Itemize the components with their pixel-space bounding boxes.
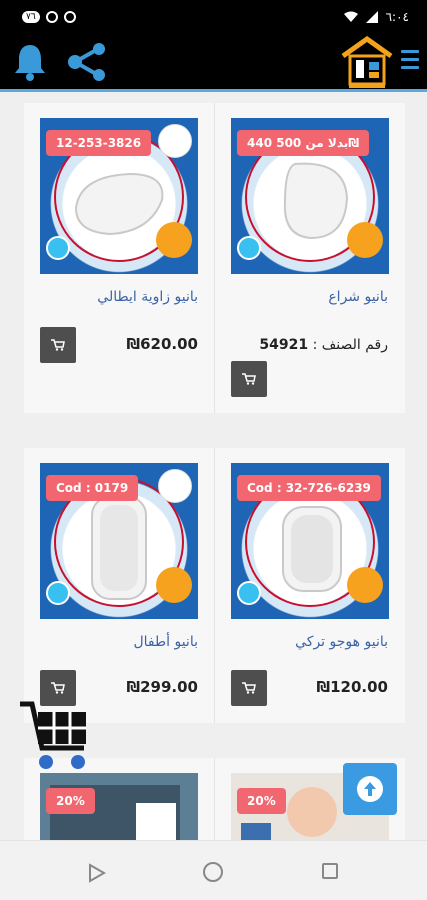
product-title[interactable]: بانيو أطفال	[133, 634, 198, 650]
cart-icon	[51, 682, 65, 694]
signal-icon	[365, 11, 378, 23]
product-title[interactable]: بانيو شراع	[328, 289, 388, 305]
bell-icon[interactable]	[12, 42, 48, 82]
product-badge: Cod : 0179	[46, 475, 139, 501]
back-icon[interactable]	[88, 863, 106, 883]
scroll-top-button[interactable]	[343, 763, 397, 815]
discount-badge: 20%	[46, 788, 95, 814]
cart-icon	[242, 682, 256, 694]
battery-indicator: ٧٦	[22, 11, 40, 23]
status-bar: ٧٦ ٦:٠٤	[0, 0, 427, 34]
add-to-cart-button[interactable]	[231, 361, 267, 397]
product-badge: Cod : 32-726-6239	[237, 475, 381, 501]
add-to-cart-button[interactable]	[231, 670, 267, 706]
product-price: ₪120.00	[316, 678, 388, 696]
product-title[interactable]: بانيو هوجو تركي	[295, 634, 388, 650]
home-icon[interactable]	[203, 862, 223, 882]
product-row: 12-253-3826 بانيو زاوية ايطالي ₪620.00 4…	[24, 103, 405, 413]
product-badge: 440 بدلا من 500₪	[237, 130, 370, 156]
product-card[interactable]: 440 بدلا من 500₪ بانيو شراع رقم الصنف : …	[214, 103, 404, 413]
product-code: رقم الصنف : 54921	[259, 337, 388, 353]
cart-icon	[51, 339, 65, 351]
recents-icon[interactable]	[322, 863, 338, 879]
add-to-cart-button[interactable]	[40, 327, 76, 363]
product-price: ₪299.00	[126, 678, 198, 696]
product-row: Cod : 0179 بانيو أطفال ₪299.00 Cod : 32-…	[24, 448, 405, 723]
product-price: ₪620.00	[126, 335, 198, 353]
share-icon[interactable]	[66, 42, 108, 82]
discount-badge: 20%	[237, 788, 286, 814]
product-code-value: 54921	[259, 337, 309, 353]
logo[interactable]	[339, 36, 395, 90]
wifi-icon	[343, 11, 358, 22]
product-code-label: رقم الصنف :	[312, 337, 388, 353]
notification-icon	[45, 11, 58, 23]
clock: ٦:٠٤	[385, 10, 409, 24]
product-badge: 12-253-3826	[46, 130, 152, 156]
app-bar	[0, 34, 427, 92]
cart-icon	[242, 373, 256, 385]
floating-cart-icon[interactable]	[18, 698, 94, 774]
product-title[interactable]: بانيو زاوية ايطالي	[97, 289, 198, 305]
product-card[interactable]: Cod : 32-726-6239 بانيو هوجو تركي ₪120.0…	[214, 448, 404, 723]
menu-icon[interactable]	[401, 50, 419, 74]
notification-icon	[63, 11, 76, 23]
system-nav-bar	[0, 840, 427, 900]
brand-logo-icon	[158, 469, 192, 503]
brand-logo-icon	[158, 124, 192, 158]
arrow-up-icon	[357, 776, 383, 802]
product-card[interactable]: Cod : 0179 بانيو أطفال ₪299.00	[24, 448, 214, 723]
product-card[interactable]: 12-253-3826 بانيو زاوية ايطالي ₪620.00	[24, 103, 214, 413]
